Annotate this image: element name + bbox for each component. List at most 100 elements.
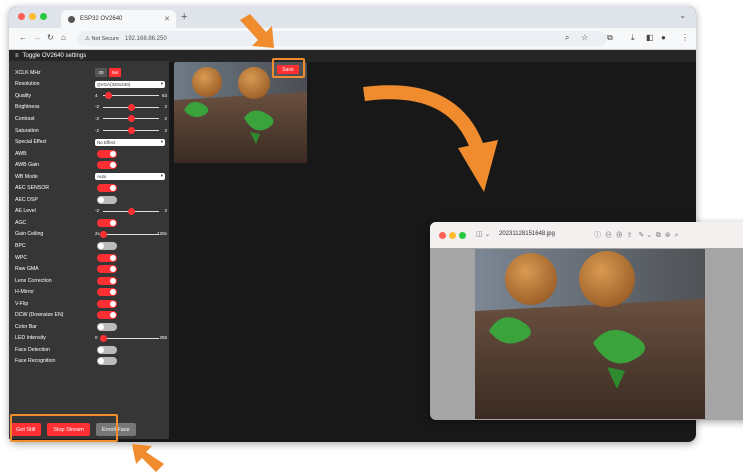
toggle-settings-title: Toggle OV2640 settings (22, 53, 87, 59)
setting-lens-correction: Lens Correction (9, 275, 169, 287)
wpc-toggle[interactable] (97, 253, 117, 262)
download-icon[interactable]: ⤓ (631, 33, 635, 43)
face-detection-label: Face Detection (15, 346, 50, 353)
agc-toggle[interactable] (97, 218, 117, 227)
buttons-highlight-box (10, 414, 118, 442)
awb-gain-label: AWB Gain (15, 162, 40, 169)
zoom-window-button[interactable] (459, 232, 466, 239)
quality-label: Quality (15, 92, 32, 99)
quality-slider[interactable]: 4 63 (95, 92, 167, 100)
chevron-down-icon[interactable]: ⌄ (679, 11, 686, 20)
close-tab-icon[interactable]: ✕ (164, 15, 170, 23)
more-menu-icon[interactable]: ⋮ (681, 33, 689, 42)
slider-thumb[interactable] (127, 103, 135, 111)
reload-icon[interactable]: ↻ (47, 33, 54, 42)
special-effect-value: No Effect (97, 139, 116, 145)
saturation-slider[interactable]: -2 2 (95, 127, 167, 135)
contrast-slider[interactable]: -2 2 (95, 115, 167, 123)
contrast-label: Contrast (15, 115, 35, 122)
not-secure-badge[interactable]: ⚠ Not Secure (85, 36, 119, 42)
bookmark-star-icon[interactable]: ☆ (581, 33, 588, 42)
minimize-window-button[interactable] (449, 232, 456, 239)
xclk-label: XCLK MHz (15, 69, 41, 76)
lens-correction-toggle[interactable] (97, 276, 117, 285)
raw-gma-toggle[interactable] (97, 265, 117, 274)
v-flip-label: V-Flip (15, 300, 29, 307)
globe-icon (68, 15, 75, 23)
tab-title: ESP32 OV2640 (80, 16, 123, 22)
awb-toggle[interactable] (97, 149, 117, 158)
gain-ceiling-slider[interactable]: 2x 128x (95, 230, 167, 238)
aec-dsp-label: AEC DSP (15, 196, 38, 203)
dcw-toggle[interactable] (97, 311, 117, 320)
setting-wb-mode: WB Mode Auto ▾ (9, 171, 169, 183)
setting-resolution: Resolution QVGA(320x240) ▾ (9, 79, 169, 91)
setting-bpc: BPC (9, 240, 169, 252)
color-bar-toggle[interactable] (97, 322, 117, 331)
setting-awb: AWB (9, 148, 169, 160)
led-intensity-slider[interactable]: 0 255 (95, 334, 167, 342)
quality-min: 4 (95, 92, 98, 98)
xclk-input[interactable]: 20 (95, 68, 107, 78)
special-effect-select[interactable]: No Effect ▾ (95, 138, 165, 146)
sidebar-icon[interactable]: ◧ (646, 33, 654, 42)
close-window-button[interactable] (439, 232, 446, 239)
face-detection-toggle[interactable] (97, 345, 117, 354)
color-bar-label: Color Bar (15, 323, 37, 330)
resolution-value: QVGA(320x240) (97, 81, 131, 87)
bpc-label: BPC (15, 242, 26, 249)
preview-toolbar-icons[interactable]: ⓘ ⊖ ⊕ ⇪ ✎ ⌄ ⧉ ⊛ ⌕ (594, 230, 679, 240)
zoom-window-button[interactable] (40, 13, 47, 20)
slider-thumb[interactable] (127, 207, 135, 215)
preview-app-window: ◫ ⌄ 20231128151648.jpg ⓘ ⊖ ⊕ ⇪ ✎ ⌄ ⧉ ⊛ ⌕ (430, 222, 743, 420)
lens-correction-label: Lens Correction (15, 277, 52, 284)
brightness-max: 2 (164, 104, 167, 110)
setting-contrast: Contrast -2 2 (9, 113, 169, 125)
zoom-icon[interactable]: ⌕ (565, 33, 569, 43)
led-intensity-max: 255 (159, 335, 167, 341)
aec-dsp-toggle[interactable] (97, 195, 117, 204)
settings-sidebar: XCLK MHz 20 Set Resolution QVGA(320x240)… (9, 61, 169, 439)
brightness-slider[interactable]: -2 2 (95, 103, 167, 111)
forward-icon[interactable]: → (33, 33, 41, 42)
ae-level-slider[interactable]: -2 2 (95, 207, 167, 215)
back-icon[interactable]: ← (19, 33, 27, 42)
brightness-label: Brightness (15, 104, 40, 111)
ae-level-max: 2 (164, 208, 167, 214)
slider-thumb[interactable] (99, 230, 107, 238)
profile-avatar-icon[interactable]: ● (661, 33, 666, 42)
slider-thumb[interactable] (105, 92, 113, 100)
url-text: 192.168.86.250 (124, 35, 167, 42)
home-icon[interactable]: ⌂ (61, 33, 66, 42)
setting-gain-ceiling: Gain Ceiling 2x 128x (9, 229, 169, 241)
aec-sensor-toggle[interactable] (97, 184, 117, 193)
chevron-down-icon: ▾ (160, 138, 163, 144)
slider-thumb[interactable] (127, 115, 135, 123)
setting-aec-dsp: AEC DSP (9, 194, 169, 206)
setting-awb-gain: AWB Gain (9, 159, 169, 171)
agc-label: AGC (15, 219, 27, 226)
resolution-select[interactable]: QVGA(320x240) ▾ (95, 80, 165, 88)
wb-mode-select[interactable]: Auto ▾ (95, 173, 165, 181)
contrast-max: 2 (164, 115, 167, 121)
wb-mode-label: WB Mode (15, 173, 38, 180)
sidebar-toggle-icon[interactable]: ◫ ⌄ (476, 230, 490, 238)
gain-ceiling-max: 128x (157, 231, 167, 237)
xclk-set-button[interactable]: Set (109, 68, 121, 78)
slider-thumb[interactable] (99, 334, 107, 342)
face-recognition-toggle[interactable] (97, 357, 117, 366)
extensions-icon[interactable]: ⧉ (607, 33, 613, 43)
address-bar[interactable]: ⚠ Not Secure 192.168.86.250 (77, 31, 607, 46)
ae-level-label: AE Level (15, 208, 36, 215)
v-flip-toggle[interactable] (97, 299, 117, 308)
close-window-button[interactable] (18, 13, 25, 20)
slider-thumb[interactable] (127, 127, 135, 134)
new-tab-button[interactable]: + (181, 11, 187, 23)
awb-gain-toggle[interactable] (97, 161, 117, 170)
setting-agc: AGC (9, 217, 169, 229)
browser-tab[interactable]: ESP32 OV2640 ✕ (61, 10, 176, 28)
minimize-window-button[interactable] (29, 13, 36, 20)
bpc-toggle[interactable] (97, 241, 117, 250)
h-mirror-toggle[interactable] (97, 288, 117, 297)
gain-ceiling-label: Gain Ceiling (15, 231, 44, 238)
